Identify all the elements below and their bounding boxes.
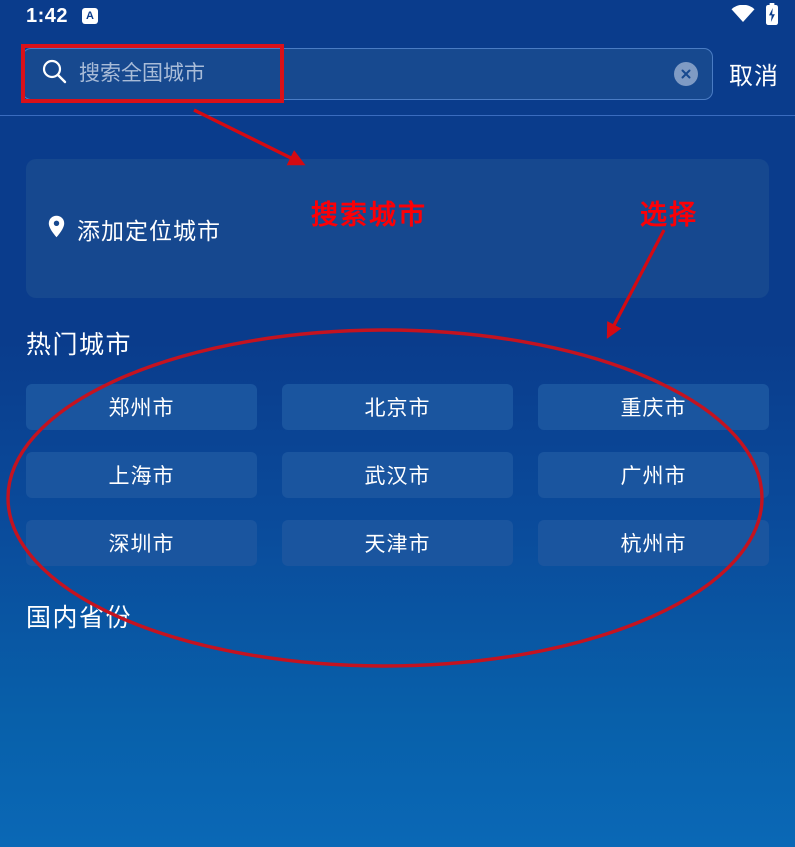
add-location-city-label: 添加定位城市 bbox=[77, 217, 221, 244]
search-field-container[interactable] bbox=[22, 47, 713, 100]
battery-charging-icon bbox=[765, 2, 779, 30]
ime-badge-icon: A bbox=[82, 8, 99, 24]
city-picker-screen: 1:42 A 搜索全国城市 取消 添加定位城市 热门城市 郑州市 北京市 重庆市… bbox=[0, 0, 795, 847]
status-time: 1:42 bbox=[26, 4, 69, 27]
wifi-icon bbox=[731, 4, 755, 28]
status-bar-left: 1:42 A bbox=[26, 4, 99, 28]
city-cell-wuhan[interactable]: 武汉市 bbox=[282, 452, 513, 498]
city-cell-chongqing[interactable]: 重庆市 bbox=[538, 384, 769, 430]
search-icon bbox=[41, 58, 67, 89]
cancel-button[interactable]: 取消 bbox=[729, 56, 779, 91]
city-cell-shenzhen[interactable]: 深圳市 bbox=[26, 520, 257, 566]
location-pin-icon bbox=[48, 215, 65, 243]
add-location-city-card[interactable]: 添加定位城市 bbox=[26, 159, 769, 298]
status-bar: 1:42 A bbox=[0, 0, 795, 32]
provinces-title: 国内省份 bbox=[26, 604, 133, 632]
city-cell-shanghai[interactable]: 上海市 bbox=[26, 452, 257, 498]
city-cell-beijing[interactable]: 北京市 bbox=[282, 384, 513, 430]
search-input[interactable] bbox=[79, 61, 674, 86]
hot-cities-title: 热门城市 bbox=[26, 331, 133, 359]
city-cell-zhengzhou[interactable]: 郑州市 bbox=[26, 384, 257, 430]
status-bar-right bbox=[731, 2, 779, 30]
add-location-city-inner: 添加定位城市 bbox=[48, 212, 221, 246]
search-header: 取消 bbox=[0, 32, 795, 116]
city-cell-guangzhou[interactable]: 广州市 bbox=[538, 452, 769, 498]
clear-circle-icon[interactable] bbox=[674, 61, 698, 86]
city-cell-tianjin[interactable]: 天津市 bbox=[282, 520, 513, 566]
hot-cities-grid: 郑州市 北京市 重庆市 上海市 武汉市 广州市 深圳市 天津市 杭州市 bbox=[26, 384, 769, 566]
arrow-to-locate-card bbox=[193, 108, 306, 166]
city-cell-hangzhou[interactable]: 杭州市 bbox=[538, 520, 769, 566]
content-area: 添加定位城市 热门城市 郑州市 北京市 重庆市 上海市 武汉市 广州市 深圳市 … bbox=[0, 159, 795, 634]
